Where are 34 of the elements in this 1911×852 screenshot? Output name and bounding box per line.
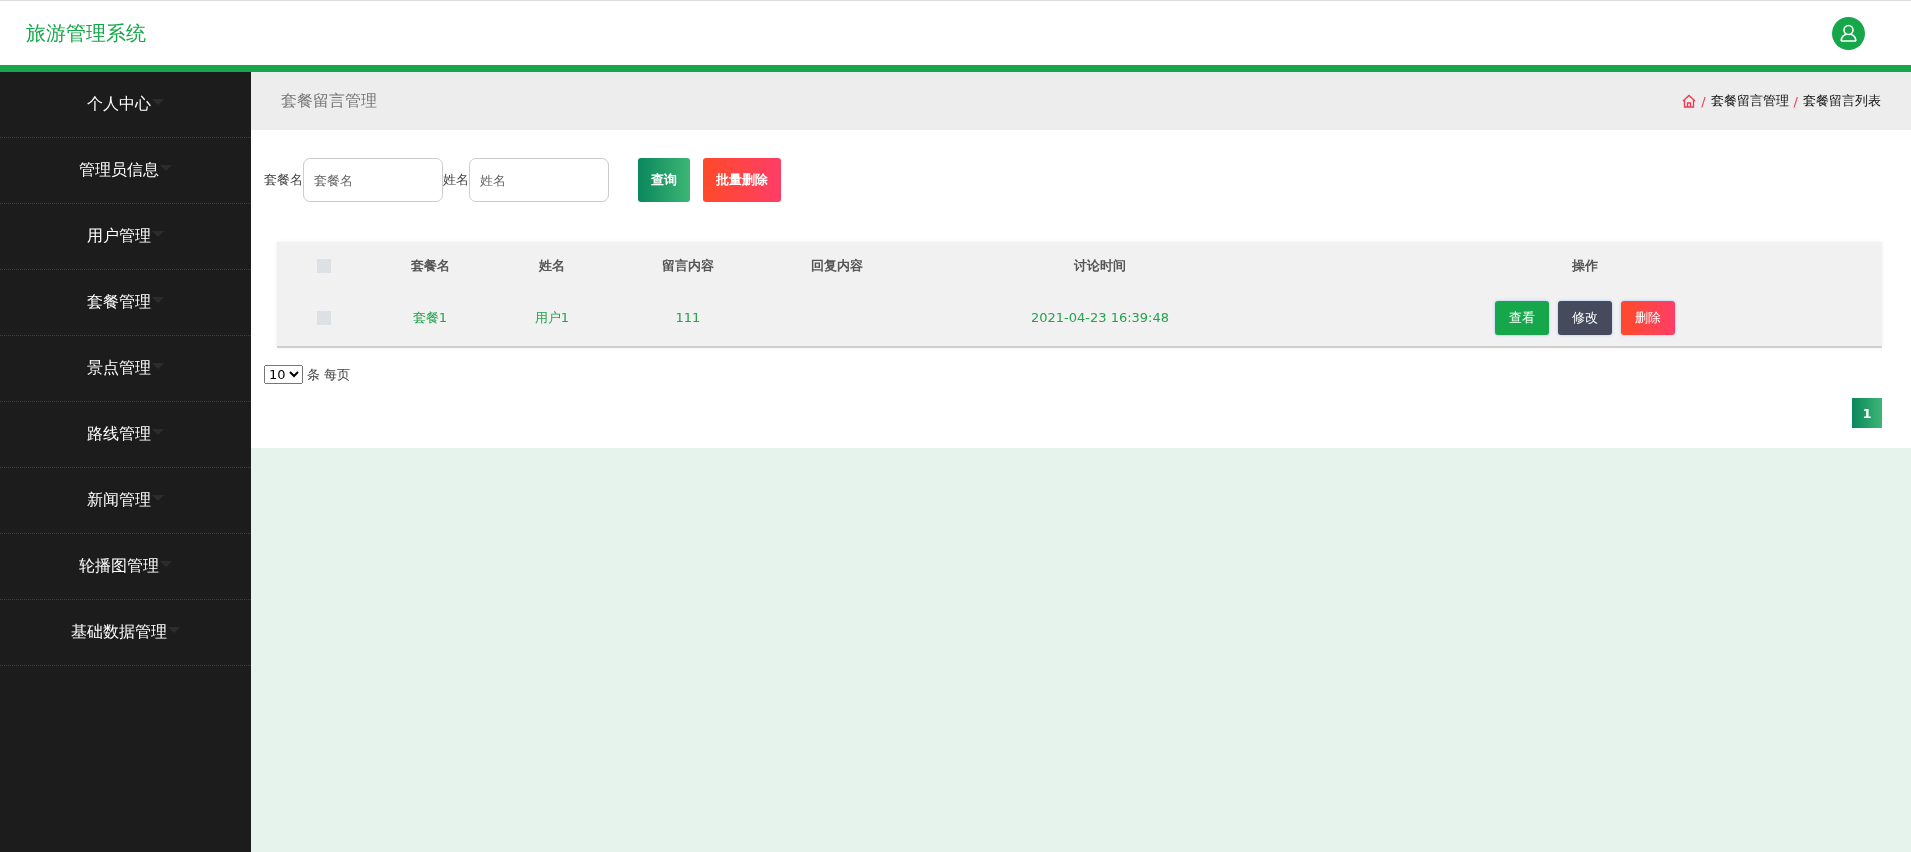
sidebar-menu-item[interactable]: 景点管理 <box>87 358 164 379</box>
field-label: 姓名 <box>443 171 469 189</box>
column-header: 回复内容 <box>811 256 863 275</box>
column-header: 姓名 <box>539 256 565 275</box>
page-size-label: 条 每页 <box>307 365 351 384</box>
table-cell: 套餐1 <box>412 308 448 327</box>
search-field[interactable]: 姓名 <box>469 158 609 202</box>
search-field[interactable]: 套餐名 <box>303 158 443 202</box>
edit-button[interactable]: 修改 <box>1557 300 1612 335</box>
column-header: 套餐名 <box>410 256 450 275</box>
table-cell: 2021-04-23 16:39:48 <box>1030 310 1170 325</box>
column-header: 操作 <box>1571 256 1598 275</box>
page-size-select[interactable]: 10 <box>264 365 303 384</box>
sidebar-menu-item[interactable]: 轮播图管理 <box>79 556 172 577</box>
sidebar-menu-item[interactable]: 用户管理 <box>87 226 164 247</box>
breadcrumb-separator: / <box>1701 93 1706 109</box>
sidebar-menu-item[interactable]: 管理员信息 <box>79 160 172 181</box>
column-header: 留言内容 <box>662 256 714 275</box>
user-avatar-icon[interactable] <box>1832 16 1865 50</box>
sidebar-menu-item[interactable]: 个人中心 <box>87 94 164 115</box>
home-icon[interactable] <box>1682 94 1697 108</box>
page-title: 套餐留言管理 <box>281 90 377 112</box>
breadcrumb-link[interactable]: 套餐留言管理 <box>1710 92 1789 110</box>
app-title: 旅游管理系统 <box>26 19 146 47</box>
table-cell: 111 <box>675 310 701 325</box>
sidebar-menu-item[interactable]: 基础数据管理 <box>71 622 180 643</box>
breadcrumb-separator: / <box>1793 93 1798 109</box>
sidebar-menu-item[interactable]: 套餐管理 <box>87 292 164 313</box>
field-label: 套餐名 <box>264 171 303 189</box>
table-cell: 用户1 <box>534 308 570 327</box>
sidebar-menu-item[interactable]: 新闻管理 <box>87 490 164 511</box>
search-button[interactable]: 查询 <box>638 158 690 202</box>
column-header: 讨论时间 <box>1074 256 1126 275</box>
sidebar-menu-item[interactable]: 路线管理 <box>87 424 164 445</box>
